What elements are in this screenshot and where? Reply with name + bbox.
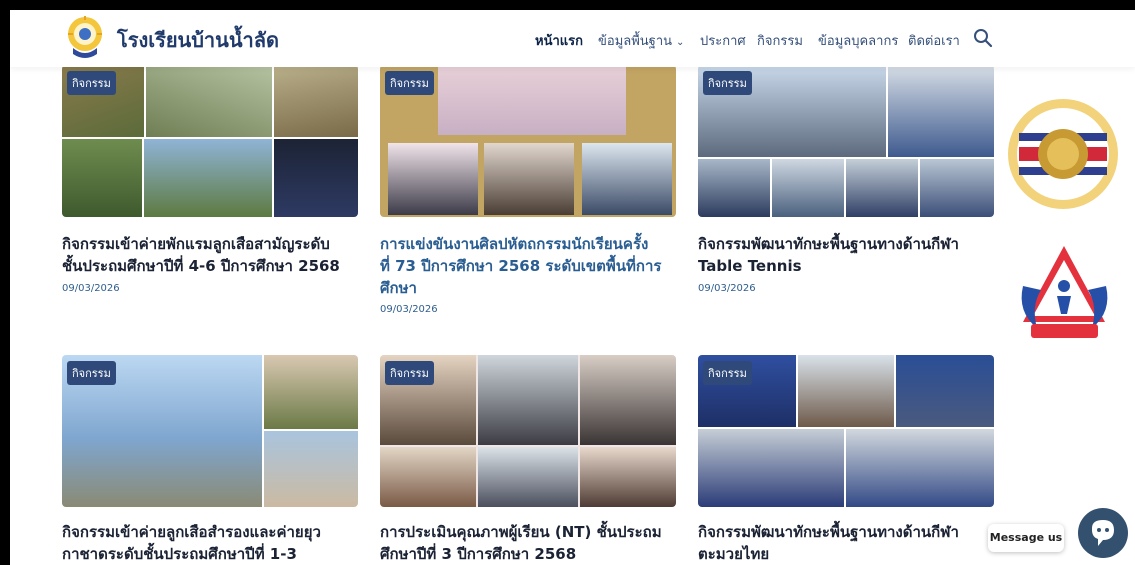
post-card[interactable]: กิจกรรม กิจกรรมเข้าค่ายพักแรมลูกเสือสามั… bbox=[62, 65, 358, 305]
message-us-label[interactable]: Message us bbox=[988, 524, 1064, 552]
post-card[interactable]: กิจกรรม กิจกรรมเข้าค่ายลูกเสือสำรองและค่… bbox=[62, 355, 358, 565]
post-title-line: กิจกรรมพัฒนาทักษะพื้นฐานทางด้านกีฬา bbox=[698, 523, 959, 541]
post-title[interactable]: กิจกรรมพัฒนาทักษะพื้นฐานทางด้านกีฬา ตะมว… bbox=[698, 521, 998, 565]
nav-basic-info-label: ข้อมูลพื้นฐาน bbox=[598, 34, 673, 49]
post-date: 09/03/2026 bbox=[62, 283, 120, 294]
nav-basic-info[interactable]: ข้อมูลพื้นฐาน ⌄ bbox=[598, 30, 684, 51]
search-icon[interactable] bbox=[973, 28, 993, 48]
post-title-line: กิจกรรมเข้าค่ายพักแรมลูกเสือสามัญระดับ bbox=[62, 235, 330, 253]
post-title-line: การแข่งขันงานศิลปหัตถกรรมนักเรียนครั้ง bbox=[380, 235, 649, 253]
category-badge[interactable]: กิจกรรม bbox=[67, 71, 116, 95]
post-title[interactable]: กิจกรรมพัฒนาทักษะพื้นฐานทางด้านกีฬา Tabl… bbox=[698, 233, 998, 277]
anti-drug-logo-icon[interactable] bbox=[1017, 242, 1112, 342]
category-badge[interactable]: กิจกรรม bbox=[385, 361, 434, 385]
post-date: 09/03/2026 bbox=[698, 283, 756, 294]
chat-icon bbox=[1092, 520, 1114, 546]
post-card[interactable]: กิจกรรม กิจกรรมพัฒนาทักษะพื้นฐานทางด้านก… bbox=[698, 355, 994, 565]
browser-viewport: โรงเรียนบ้านน้ำลัด หน้าแรก ข้อมูลพื้นฐาน… bbox=[10, 10, 1135, 565]
category-badge[interactable]: กิจกรรม bbox=[703, 71, 752, 95]
category-badge[interactable]: กิจกรรม bbox=[67, 361, 116, 385]
post-title-line: ศึกษาปีที่ 3 ปีการศึกษา 2568 bbox=[380, 545, 577, 563]
post-title-line: Table Tennis bbox=[698, 257, 802, 275]
site-header: โรงเรียนบ้านน้ำลัด หน้าแรก ข้อมูลพื้นฐาน… bbox=[10, 10, 1135, 67]
post-title-line: ที่ 73 ปีการศึกษา 2568 ระดับเขตพื้นที่กา… bbox=[380, 257, 662, 275]
post-title-line: กิจกรรมพัฒนาทักษะพื้นฐานทางด้านกีฬา bbox=[698, 235, 959, 253]
chevron-down-icon: ⌄ bbox=[676, 37, 685, 48]
post-title-line: ศึกษา bbox=[380, 279, 417, 297]
post-title-line: กิจกรรมเข้าค่ายลูกเสือสำรองและค่ายยุว bbox=[62, 523, 321, 541]
post-card[interactable]: กิจกรรม การประเมินคุณภาพผู้เรียน (NT) ชั… bbox=[380, 355, 676, 565]
messenger-chat-button[interactable] bbox=[1078, 508, 1128, 558]
post-date: 09/03/2026 bbox=[380, 304, 438, 315]
post-card[interactable]: กิจกรรม การแข่งขันงานศิลปหัตถกรรมนักเรีย… bbox=[380, 65, 676, 325]
nav-home[interactable]: หน้าแรก bbox=[535, 30, 583, 51]
nav-activities[interactable]: กิจกรรม bbox=[757, 30, 803, 51]
post-title[interactable]: กิจกรรมเข้าค่ายพักแรมลูกเสือสามัญระดับ ช… bbox=[62, 233, 362, 277]
post-title-line: กาชาดระดับชั้นประถมศึกษาปีที่ 1-3 bbox=[62, 545, 297, 563]
post-title[interactable]: การประเมินคุณภาพผู้เรียน (NT) ชั้นประถม … bbox=[380, 521, 680, 565]
post-card[interactable]: กิจกรรม กิจกรรมพัฒนาทักษะพื้นฐานทางด้านก… bbox=[698, 65, 994, 305]
category-badge[interactable]: กิจกรรม bbox=[703, 361, 752, 385]
site-title[interactable]: โรงเรียนบ้านน้ำลัด bbox=[117, 24, 279, 56]
nav-announcements[interactable]: ประกาศ bbox=[700, 30, 746, 51]
post-title-line: ตะมวยไทย bbox=[698, 545, 770, 563]
white-school-seal-icon[interactable] bbox=[1005, 97, 1121, 211]
post-title[interactable]: กิจกรรมเข้าค่ายลูกเสือสำรองและค่ายยุว กา… bbox=[62, 521, 362, 565]
post-title[interactable]: การแข่งขันงานศิลปหัตถกรรมนักเรียนครั้ง ท… bbox=[380, 233, 680, 299]
nav-personnel[interactable]: ข้อมูลบุคลากร bbox=[818, 30, 898, 51]
nav-contact[interactable]: ติดต่อเรา bbox=[908, 30, 960, 51]
school-logo-icon[interactable] bbox=[64, 14, 106, 62]
category-badge[interactable]: กิจกรรม bbox=[385, 71, 434, 95]
post-title-line: การประเมินคุณภาพผู้เรียน (NT) ชั้นประถม bbox=[380, 523, 662, 541]
main-nav: หน้าแรก ข้อมูลพื้นฐาน ⌄ ประกาศ กิจกรรม ข้… bbox=[535, 30, 1135, 50]
post-title-line: ชั้นประถมศึกษาปีที่ 4-6 ปีการศึกษา 2568 bbox=[62, 257, 340, 275]
